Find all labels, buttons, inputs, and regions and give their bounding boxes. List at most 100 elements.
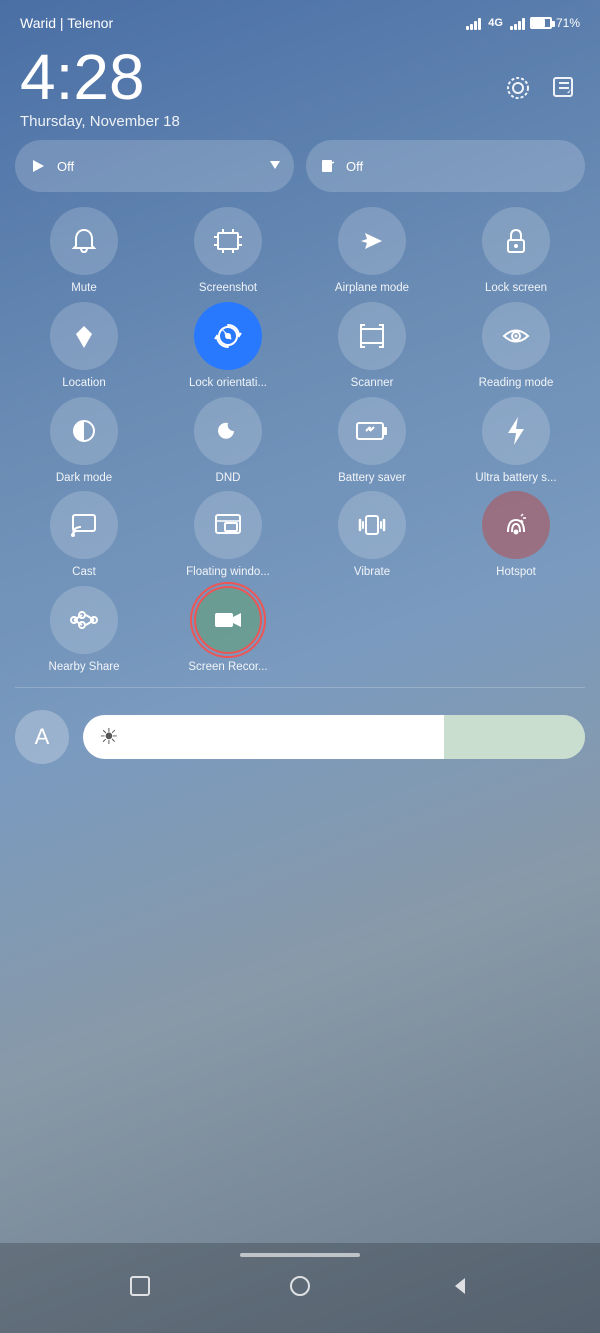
status-right: 4G 71% [466, 16, 580, 30]
airplane-icon [357, 226, 387, 256]
settings-icon[interactable] [502, 72, 534, 104]
avatar[interactable]: A [15, 710, 69, 764]
quick-item-battery-saver[interactable]: Battery saver [303, 397, 441, 486]
nearby-circle[interactable] [50, 586, 118, 654]
battery-icon [530, 17, 552, 29]
section-divider [15, 687, 585, 688]
pill-right[interactable]: Off [306, 140, 585, 192]
ultra-battery-label: Ultra battery s... [475, 472, 556, 486]
hotspot-label: Hotspot [496, 566, 536, 580]
quick-grid-row4: Cast Floating windo... Vibrate [0, 491, 600, 580]
lightning-icon [502, 415, 530, 447]
quick-item-empty2 [447, 586, 585, 675]
location-circle[interactable] [50, 302, 118, 370]
chevron-icon [270, 161, 280, 171]
quick-item-airplane[interactable]: Airplane mode [303, 207, 441, 296]
quick-item-reading[interactable]: Reading mode [447, 302, 585, 391]
clock-date-group: 4:28 Thursday, November 18 [20, 45, 180, 130]
pill-right-label: Off [346, 159, 363, 174]
lockscreen-circle[interactable] [482, 207, 550, 275]
carrier-label: Warid | Telenor [20, 15, 113, 31]
home-icon [289, 1275, 311, 1297]
clock-section: 4:28 Thursday, November 18 [0, 40, 600, 140]
eye-icon [501, 321, 531, 351]
vibrate-circle[interactable] [338, 491, 406, 559]
quick-item-vibrate[interactable]: Vibrate [303, 491, 441, 580]
nav-back-button[interactable] [445, 1271, 475, 1301]
battery-saver-circle[interactable] [338, 397, 406, 465]
floating-icon [213, 510, 243, 540]
nav-recent-button[interactable] [125, 1271, 155, 1301]
quick-item-dnd[interactable]: DND [159, 397, 297, 486]
signal-icon [466, 16, 481, 30]
nearby-share-label: Nearby Share [49, 661, 120, 675]
status-bar: Warid | Telenor 4G 71% [0, 0, 600, 40]
quick-item-nearby-share[interactable]: Nearby Share [15, 586, 153, 675]
edit-icon[interactable] [548, 72, 580, 104]
dnd-circle[interactable] [194, 397, 262, 465]
hotspot-icon [501, 510, 531, 540]
orientation-circle[interactable] [194, 302, 262, 370]
pill-left[interactable]: Off [15, 140, 294, 192]
screen-record-label: Screen Recor... [188, 661, 267, 675]
clock-time: 4:28 [20, 45, 180, 109]
scanner-circle[interactable] [338, 302, 406, 370]
mute-circle[interactable] [50, 207, 118, 275]
cast-icon [69, 511, 99, 539]
quick-item-mute[interactable]: Mute [15, 207, 153, 296]
lock-icon [501, 226, 531, 256]
quick-item-screen-record[interactable]: Screen Recor... [159, 586, 297, 675]
rotate-icon [213, 321, 243, 351]
quick-item-cast[interactable]: Cast [15, 491, 153, 580]
quick-item-floating[interactable]: Floating windo... [159, 491, 297, 580]
hotspot-circle[interactable] [482, 491, 550, 559]
quick-item-ultra-battery[interactable]: Ultra battery s... [447, 397, 585, 486]
quick-item-scanner[interactable]: Scanner [303, 302, 441, 391]
quick-item-orientation[interactable]: Lock orientati... [159, 302, 297, 391]
reading-label: Reading mode [479, 377, 554, 391]
quick-item-screenshot[interactable]: Screenshot [159, 207, 297, 296]
floating-circle[interactable] [194, 491, 262, 559]
location-icon [70, 322, 98, 350]
scanner-icon [357, 321, 387, 351]
bottom-controls: A ☀ [0, 700, 600, 774]
nav-bar [0, 1243, 600, 1333]
quick-item-hotspot[interactable]: Hotspot [447, 491, 585, 580]
nav-home-indicator[interactable] [240, 1253, 360, 1257]
brightness-slider[interactable]: ☀ [83, 715, 585, 759]
clock-icons [502, 72, 580, 104]
location-label: Location [62, 377, 105, 391]
screen-record-circle[interactable] [194, 586, 262, 654]
battery-indicator: 71% [530, 16, 580, 30]
nav-buttons [0, 1271, 600, 1301]
airplane-circle[interactable] [338, 207, 406, 275]
ultra-battery-circle[interactable] [482, 397, 550, 465]
reading-circle[interactable] [482, 302, 550, 370]
signal-icon-2 [510, 16, 525, 30]
quick-grid-row2: Location Lock orientati... [0, 302, 600, 391]
pill-left-label: Off [57, 159, 74, 174]
quick-pill-row: Off Off [0, 140, 600, 192]
quick-grid-row3: Dark mode DND Battery saver [0, 397, 600, 486]
bell-icon [69, 226, 99, 256]
screenshot-circle[interactable] [194, 207, 262, 275]
nav-home-button[interactable] [285, 1271, 315, 1301]
quick-item-location[interactable]: Location [15, 302, 153, 391]
airplane-label: Airplane mode [335, 282, 409, 296]
darkmode-icon [70, 417, 98, 445]
network-type: 4G [488, 17, 503, 29]
quick-item-darkmode[interactable]: Dark mode [15, 397, 153, 486]
orientation-label: Lock orientati... [189, 377, 267, 391]
darkmode-circle[interactable] [50, 397, 118, 465]
cast-circle[interactable] [50, 491, 118, 559]
arrow-icon [29, 157, 47, 175]
video-icon [213, 605, 243, 635]
brightness-fill [444, 715, 585, 759]
battery-saver-label: Battery saver [338, 472, 406, 486]
mute-label: Mute [71, 282, 97, 296]
avatar-label: A [35, 724, 50, 750]
quick-grid-row1: Mute Screenshot Airplane mode [0, 207, 600, 296]
cast-label: Cast [72, 566, 96, 580]
nearby-icon [69, 605, 99, 635]
quick-item-lockscreen[interactable]: Lock screen [447, 207, 585, 296]
